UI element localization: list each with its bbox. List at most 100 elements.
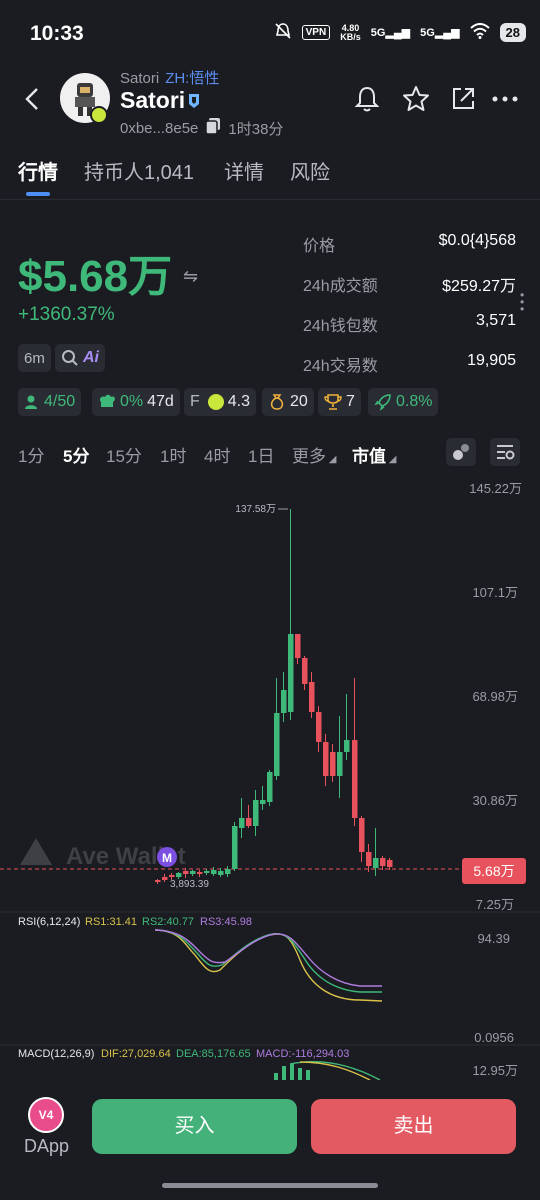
vertical-more-icon[interactable]: • • • [520,289,524,315]
score-chip[interactable]: F 4.3 [184,388,257,416]
candle-body [260,800,266,804]
candle-body [155,880,161,882]
rsi-bottom: 0.0956 [474,1030,514,1045]
star-icon[interactable] [401,84,431,114]
current-price-tag: 5.68万 [462,858,526,884]
buy-button[interactable]: 买入 [92,1099,297,1154]
sell-button[interactable]: 卖出 [311,1099,516,1154]
interval-more[interactable]: 更多 ◢ [292,442,336,467]
candle-body [211,870,217,874]
status-time: 10:33 [30,22,84,45]
dev-chip[interactable]: 0% 47d [92,388,180,416]
candle-body [267,772,273,802]
tab-details[interactable]: 详情 [224,156,264,185]
verified-badge-icon [186,92,202,110]
tab-risk[interactable]: 风险 [290,156,330,185]
y-axis-label: 7.25万 [476,897,514,912]
candle-body [232,826,238,869]
bag-chip[interactable]: 20 [262,388,314,416]
candle-body [316,712,322,742]
net-speed: 4.80 KB/s [340,22,361,42]
search-ai-button[interactable]: Ai [55,344,105,372]
tab-underline [26,192,50,196]
tab-holders[interactable]: 持币人1,041 [84,156,194,185]
y-axis-label: 68.98万 [472,689,518,704]
chef-hat-icon [99,394,115,407]
dapp-label[interactable]: DApp [24,1136,69,1157]
interval-1m[interactable]: 1分 [18,442,44,467]
interval-15m[interactable]: 15分 [106,442,142,467]
share-icon[interactable] [448,84,478,114]
holders-chip[interactable]: 4/50 [18,388,82,416]
battery-indicator: 28 [499,23,526,42]
candle-body [162,877,168,880]
time-tag: 6m [18,344,51,372]
stat-value-price: $0.0{4}568 [438,232,516,249]
candle-body [239,818,245,828]
candle-body [197,872,203,874]
trophy-chip[interactable]: 7 [318,388,361,416]
price-chart[interactable]: Ave Wallet 145.22万 107.1万 68.98万 30.86万 … [0,470,540,1080]
more-icon[interactable] [490,84,520,114]
status-icons: VPN 4.80 KB/s 5G▂▄▆ 5G▂▄▆ 28 [274,22,526,43]
max-price-label: 137.58万 [235,504,276,515]
candle-body [352,740,358,818]
token-name: Satori [120,87,186,113]
macd-top: 12.95万 [472,1063,518,1078]
rsi-top: 94.39 [477,931,510,946]
back-button[interactable] [18,84,48,114]
candle-body [169,875,175,877]
rsi-rs1: RS1:31.41 [85,916,137,928]
candle-body [337,752,343,776]
indicator-toggle-icon[interactable] [446,438,476,466]
rsi-line-2 [154,929,382,993]
token-subtitle: Satori ZH:悟性 [120,70,220,87]
rocket-icon [374,394,391,411]
chevron-left-icon [25,88,38,110]
stat-value-trades: 19,905 [467,352,516,369]
candle-body [387,860,393,867]
interval-1h[interactable]: 1时 [160,442,186,467]
macd-value: MACD:-116,294.03 [256,1048,349,1060]
stat-value-wallets: 3,571 [475,312,516,329]
interval-5m[interactable]: 5分 [63,442,89,467]
search-icon [62,350,78,366]
signal-2: 5G▂▄▆ [420,27,460,39]
home-indicator[interactable] [162,1183,378,1188]
candle-body [246,818,252,826]
swap-icon[interactable]: ⇋ [183,266,198,287]
candle-body [380,858,386,866]
candle-body [253,800,259,826]
signal-1: 5G▂▄▆ [370,27,411,39]
candle-body [218,871,224,875]
leaf-icon [207,394,224,410]
tab-market[interactable]: 行情 [18,156,58,185]
y-axis-label: 30.86万 [472,793,518,808]
trophy-icon [324,394,342,410]
min-price-label: 3,893.39 [170,879,209,890]
rsi-title: RSI(6,12,24) [18,916,80,928]
rocket-chip[interactable]: 0.8% [368,388,439,416]
candle-body [373,858,379,868]
interval-4h[interactable]: 4时 [204,442,230,467]
price-change: +1360.37% [18,304,115,325]
candle-body [183,871,189,874]
candle-body [190,871,196,874]
candle-body [344,740,350,752]
user-icon [25,395,37,409]
copy-icon[interactable] [204,117,222,139]
metric-select[interactable]: 市值 ◢ [352,442,396,467]
dapp-icon[interactable]: V4 [28,1097,64,1133]
candle-body [302,658,308,684]
interval-1d[interactable]: 1日 [248,442,274,467]
candle-body [274,713,280,776]
vpn-badge: VPN [301,25,331,40]
candle-body [288,634,294,712]
macd-dif: DIF:27,029.64 [101,1048,171,1060]
macd-title: MACD(12,26,9) [18,1048,94,1060]
rsi-line-3 [154,929,382,987]
bell-icon[interactable] [352,84,382,114]
candle-body [204,871,210,873]
chart-settings-icon[interactable] [490,438,520,466]
token-address-row: 0xbe...8e5e 1时38分 [120,117,283,139]
